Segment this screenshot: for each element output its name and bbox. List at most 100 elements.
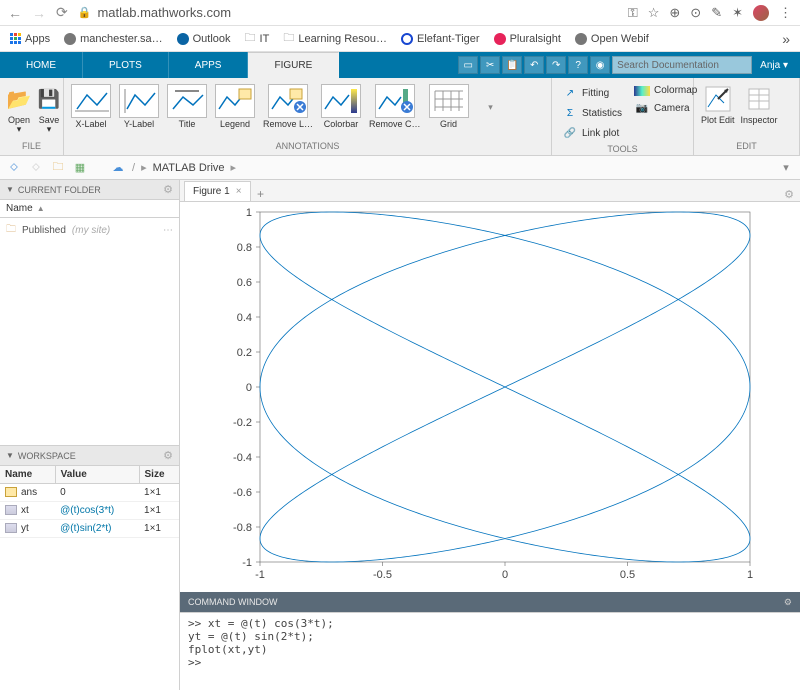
extension-icon[interactable]: ✎ <box>711 5 722 21</box>
svg-text:1: 1 <box>747 569 753 581</box>
gear-icon[interactable]: ⚙ <box>163 183 173 196</box>
annotations-more-button[interactable]: ▾ <box>474 82 508 132</box>
var-icon <box>5 505 17 515</box>
back-button[interactable]: ← <box>8 5 22 21</box>
col-size[interactable]: Size <box>139 466 179 484</box>
statistics-icon: Σ <box>562 105 578 121</box>
profile-avatar[interactable] <box>753 5 769 21</box>
camera-icon: 📷 <box>634 100 650 116</box>
kebab-menu-icon[interactable]: ⋮ <box>779 5 792 21</box>
gear-icon[interactable]: ⚙ <box>784 597 792 608</box>
key-icon[interactable]: ⚿ <box>628 5 638 21</box>
bookmark-item[interactable]: Pluralsight <box>494 33 561 45</box>
bookmark-item[interactable]: Open Webif <box>575 33 649 45</box>
colormap-button[interactable]: Colormap <box>632 84 699 97</box>
save-icon: 💾 <box>35 84 63 114</box>
reload-button[interactable]: ⟳ <box>56 4 68 21</box>
figure-canvas[interactable]: -1-0.500.51-1-0.8-0.6-0.4-0.200.20.40.60… <box>180 202 800 592</box>
col-value[interactable]: Value <box>55 466 139 484</box>
name-column-header[interactable]: Name ▲ <box>0 200 179 218</box>
folder-row[interactable]: 🗀 Published (my site) ⋯ <box>0 218 179 243</box>
tab-figure[interactable]: FIGURE <box>248 52 339 78</box>
tab-plots[interactable]: PLOTS <box>83 52 169 78</box>
bookmark-folder[interactable]: 🗀Learning Resou… <box>283 29 387 48</box>
bookmark-item[interactable]: Outlook <box>177 33 231 45</box>
workspace-header[interactable]: ▼WORKSPACE⚙ <box>0 446 179 466</box>
open-button[interactable]: 📂Open▾ <box>4 82 34 137</box>
extension-icon[interactable]: ⊙ <box>690 5 701 21</box>
plot-edit-button[interactable]: Plot Edit <box>698 82 738 127</box>
open-location-button[interactable]: ▦ <box>72 160 88 176</box>
remove-colorbar-icon <box>375 84 415 118</box>
help-button[interactable]: ? <box>568 56 588 74</box>
workspace-row[interactable]: yt@(t)sin(2*t)1×1 <box>0 520 179 538</box>
col-name[interactable]: Name <box>0 466 55 484</box>
bookmarks-overflow[interactable]: » <box>782 31 790 47</box>
tab-home[interactable]: HOME <box>0 52 83 78</box>
gear-icon[interactable]: ⚙ <box>163 449 173 462</box>
xlabel-icon <box>71 84 111 118</box>
nav-back-button[interactable]: ⬦ <box>6 160 22 176</box>
xlabel-button[interactable]: X-Label <box>68 82 114 131</box>
bookmark-label: Pluralsight <box>510 33 561 45</box>
new-figure-button[interactable]: + <box>251 187 271 201</box>
apps-grid-icon <box>10 33 21 44</box>
left-column: ▼CURRENT FOLDER⚙ Name ▲ 🗀 Published (my … <box>0 180 180 690</box>
star-icon[interactable]: ☆ <box>648 5 660 21</box>
grid-button[interactable]: Grid <box>426 82 472 131</box>
remove-legend-button[interactable]: Remove L… <box>260 82 316 131</box>
puzzle-icon[interactable]: ✶ <box>732 5 743 21</box>
figure-tab[interactable]: Figure 1× <box>184 181 251 201</box>
svg-text:0.6: 0.6 <box>237 277 252 289</box>
colorbar-button[interactable]: Colorbar <box>318 82 364 131</box>
quickaccess-button[interactable]: 📋 <box>502 56 522 74</box>
current-folder-header[interactable]: ▼CURRENT FOLDER⚙ <box>0 180 179 200</box>
tab-apps[interactable]: APPS <box>169 52 249 78</box>
inspector-button[interactable]: Inspector <box>738 82 781 127</box>
redo-button[interactable]: ↷ <box>546 56 566 74</box>
save-button[interactable]: 💾Save▾ <box>34 82 64 137</box>
svg-text:0.5: 0.5 <box>620 569 635 581</box>
workspace-panel: Name Value Size ans01×1 xt@(t)cos(3*t)1×… <box>0 466 179 690</box>
linkplot-button[interactable]: 🔗Link plot <box>560 124 624 142</box>
ylabel-button[interactable]: Y-Label <box>116 82 162 131</box>
colorbar-icon <box>321 84 361 118</box>
search-documentation-input[interactable]: Search Documentation <box>612 56 752 74</box>
bookmark-folder[interactable]: 🗀IT <box>245 29 270 48</box>
row-menu-icon[interactable]: ⋯ <box>163 225 173 236</box>
gear-icon[interactable]: ⚙ <box>778 188 800 201</box>
title-button[interactable]: Title <box>164 82 210 131</box>
workspace-row[interactable]: xt@(t)cos(3*t)1×1 <box>0 502 179 520</box>
user-label[interactable]: Anja ▾ <box>754 60 794 71</box>
extension-icon[interactable]: ⊕ <box>669 5 680 21</box>
bookmark-item[interactable]: manchester.sa… <box>64 33 163 45</box>
quickaccess-button[interactable]: ▭ <box>458 56 478 74</box>
bookmark-apps[interactable]: Apps <box>10 33 50 45</box>
legend-icon <box>215 84 255 118</box>
remove-colorbar-button[interactable]: Remove C… <box>366 82 424 131</box>
community-button[interactable]: ◉ <box>590 56 610 74</box>
matlab-tabstrip: HOME PLOTS APPS FIGURE ▭ ✂ 📋 ↶ ↷ ? ◉ Sea… <box>0 52 800 78</box>
command-window-header[interactable]: COMMAND WINDOW⚙ <box>180 592 800 612</box>
favicon <box>401 33 413 45</box>
path-dropdown[interactable]: ▾ <box>778 160 794 176</box>
legend-button[interactable]: Legend <box>212 82 258 131</box>
camera-button[interactable]: 📷Camera <box>632 99 699 117</box>
workspace-row[interactable]: ans01×1 <box>0 484 179 502</box>
fitting-button[interactable]: ↗Fitting <box>560 84 624 102</box>
svg-text:0.8: 0.8 <box>237 242 252 254</box>
svg-text:-0.5: -0.5 <box>373 569 392 581</box>
bookmark-item[interactable]: Elefant-Tiger <box>401 33 480 45</box>
bookmark-label: Learning Resou… <box>298 33 387 45</box>
close-icon[interactable]: × <box>236 186 242 197</box>
command-window[interactable]: >> xt = @(t) cos(3*t); yt = @(t) sin(2*t… <box>180 612 800 690</box>
path-segment[interactable]: MATLAB Drive <box>153 162 225 174</box>
colormap-icon <box>634 86 650 96</box>
quickaccess-button[interactable]: ✂ <box>480 56 500 74</box>
plot-edit-icon <box>704 84 732 114</box>
address-bar[interactable]: 🔒 matlab.mathworks.com <box>78 5 378 20</box>
statistics-button[interactable]: ΣStatistics <box>560 104 624 122</box>
up-folder-button[interactable]: 🗀 <box>50 160 66 176</box>
nav-fwd-button[interactable]: ⬦ <box>28 160 44 176</box>
undo-button[interactable]: ↶ <box>524 56 544 74</box>
